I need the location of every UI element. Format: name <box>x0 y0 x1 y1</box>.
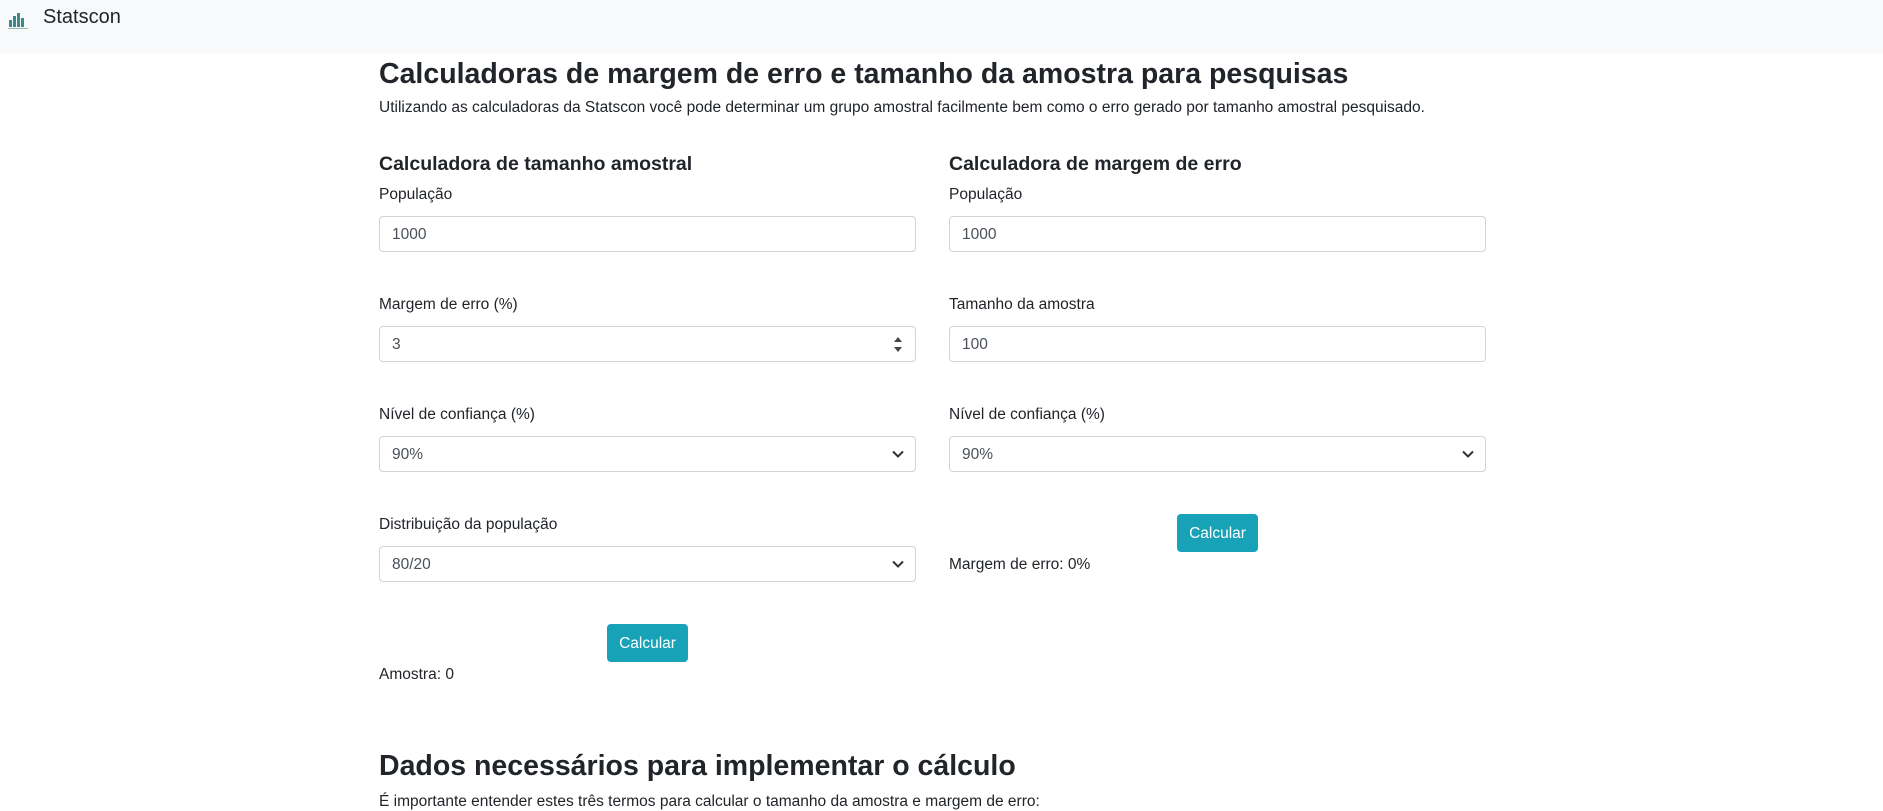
margin-error-label: Margem de erro (%) <box>379 296 518 313</box>
distribution-value: 80/20 <box>392 556 431 573</box>
calculate-error-button[interactable]: Calcular <box>1177 514 1258 552</box>
data-section-lead: É importante entender estes três termos … <box>379 793 1040 810</box>
confidence-label: Nível de confiança (%) <box>949 406 1105 423</box>
sample-result: Amostra: 0 <box>379 666 454 683</box>
page-title: Calculadoras de margem de erro e tamanho… <box>379 58 1349 90</box>
calculate-sample-button[interactable]: Calcular <box>607 624 688 662</box>
error-result: Margem de erro: 0% <box>949 556 1091 573</box>
population-input[interactable]: 1000 <box>379 216 916 252</box>
population-input[interactable]: 1000 <box>949 216 1486 252</box>
error-calc-heading: Calculadora de margem de erro <box>949 153 1242 175</box>
chevron-down-icon <box>892 560 904 568</box>
navbar: Statscon <box>0 0 1883 53</box>
sample-size-input[interactable]: 100 <box>949 326 1486 362</box>
population-label: População <box>949 186 1023 203</box>
bar-chart-logo-icon[interactable] <box>8 12 28 32</box>
chevron-down-icon <box>1462 450 1474 458</box>
main-container: Calculadoras de margem de erro e tamanho… <box>379 53 1489 810</box>
distribution-label: Distribuição da população <box>379 516 558 533</box>
confidence-select[interactable]: 90% <box>379 436 916 472</box>
data-section-title: Dados necessários para implementar o cál… <box>379 750 1016 782</box>
sample-size-label: Tamanho da amostra <box>949 296 1095 313</box>
confidence-value: 90% <box>962 446 994 463</box>
distribution-select[interactable]: 80/20 <box>379 546 916 582</box>
sample-calc-heading: Calculadora de tamanho amostral <box>379 153 693 175</box>
margin-error-value: 3 <box>392 336 401 353</box>
population-label: População <box>379 186 453 203</box>
confidence-label: Nível de confiança (%) <box>379 406 535 423</box>
number-spinner-icon[interactable] <box>893 335 903 355</box>
margin-error-input[interactable]: 3 <box>379 326 916 362</box>
page-lead: Utilizando as calculadoras da Statscon v… <box>379 99 1425 116</box>
confidence-select[interactable]: 90% <box>949 436 1486 472</box>
chevron-down-icon <box>892 450 904 458</box>
brand-link[interactable]: Statscon <box>43 6 121 29</box>
confidence-value: 90% <box>392 446 424 463</box>
